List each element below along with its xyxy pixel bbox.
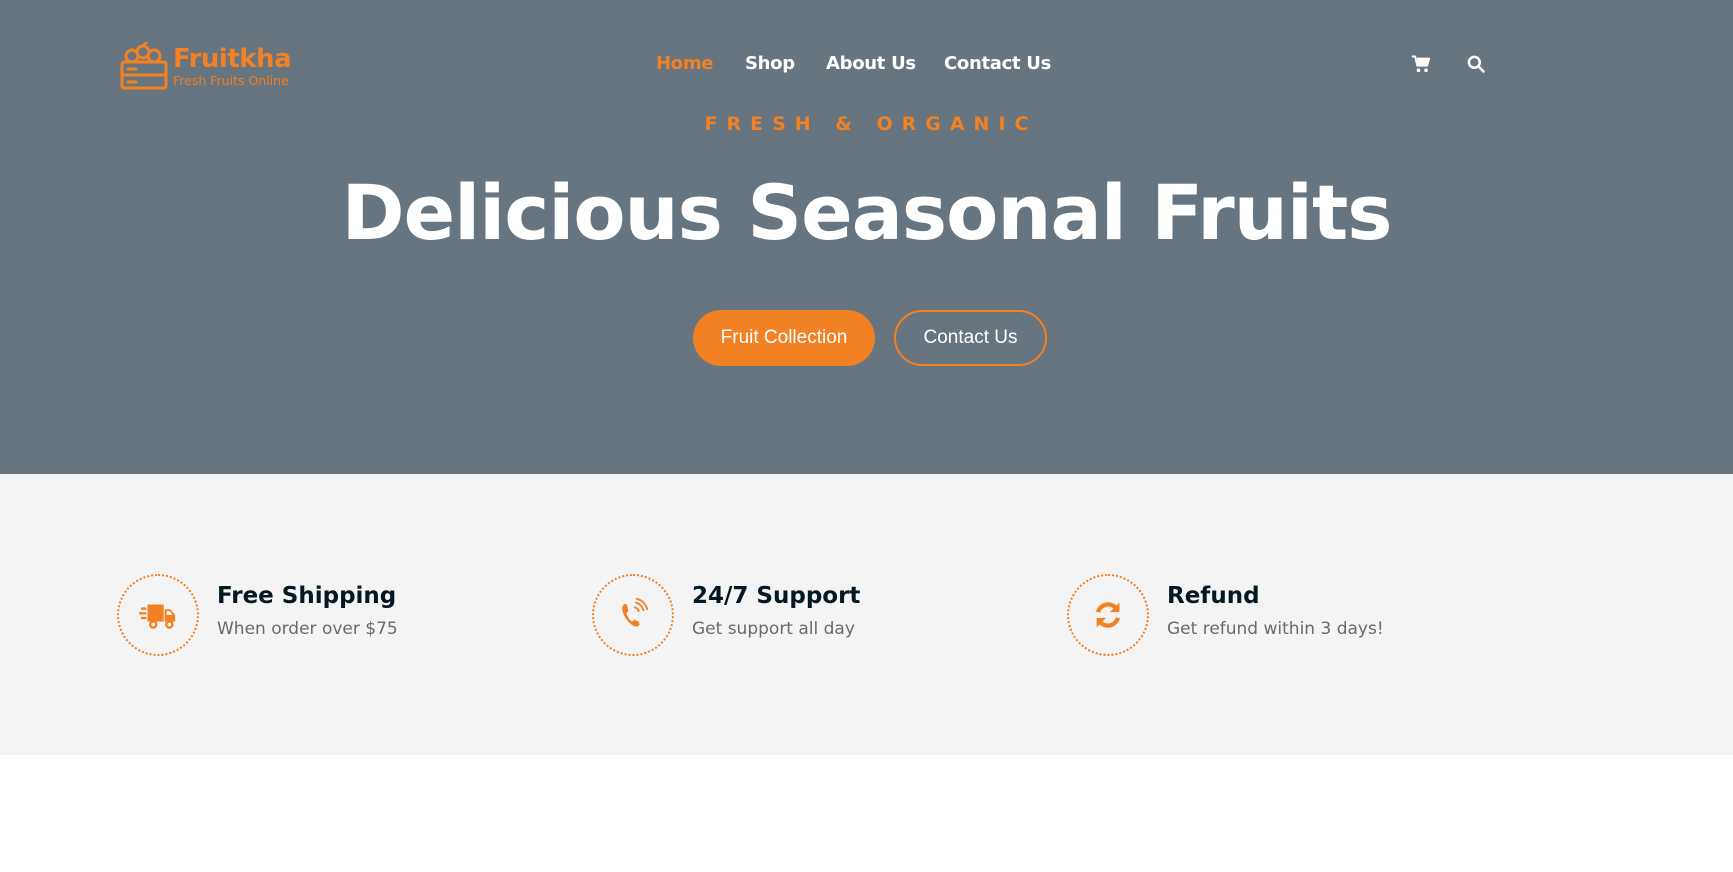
feature-description: When order over $75 — [217, 619, 398, 639]
feature-description: Get refund within 3 days! — [1167, 619, 1384, 639]
brand-tagline: Fresh Fruits Online — [173, 73, 289, 89]
fruit-basket-icon — [120, 42, 168, 90]
nav-shop[interactable]: Shop — [745, 52, 795, 76]
refresh-icon — [1095, 602, 1121, 628]
feature-icon-circle — [1067, 574, 1149, 656]
brand-name: Fruitkha — [173, 44, 292, 75]
nav-contact-us[interactable]: Contact Us — [944, 52, 1051, 76]
hero-subtitle: Fresh & Organic — [704, 113, 1038, 135]
site-logo[interactable]: Fruitkha Fresh Fruits Online — [119, 42, 299, 92]
search-icon[interactable] — [1464, 52, 1488, 76]
feature-title: 24/7 Support — [692, 583, 861, 609]
truck-icon — [139, 604, 176, 629]
feature-icon-circle — [592, 574, 674, 656]
nav-about-us[interactable]: About Us — [826, 52, 916, 76]
fruit-collection-button[interactable]: Fruit Collection — [693, 310, 875, 366]
contact-us-button[interactable]: Contact Us — [894, 310, 1047, 366]
feature-free-shipping: Free Shipping When order over $75 — [117, 574, 398, 656]
hero-title: Delicious Seasonal Fruits — [341, 168, 1392, 257]
feature-description: Get support all day — [692, 619, 855, 639]
feature-support: 24/7 Support Get support all day — [592, 574, 860, 656]
feature-title: Free Shipping — [217, 583, 397, 609]
phone-icon — [622, 597, 649, 627]
feature-refund: Refund Get refund within 3 days! — [1067, 574, 1384, 656]
hero-section: Fruitkha Fresh Fruits Online Home Shop A… — [0, 0, 1733, 474]
cart-icon[interactable] — [1409, 52, 1433, 76]
feature-icon-circle — [117, 574, 199, 656]
feature-title: Refund — [1167, 583, 1260, 609]
nav-home[interactable]: Home — [656, 52, 714, 76]
features-section: Free Shipping When order over $75 24/7 S… — [0, 474, 1733, 755]
